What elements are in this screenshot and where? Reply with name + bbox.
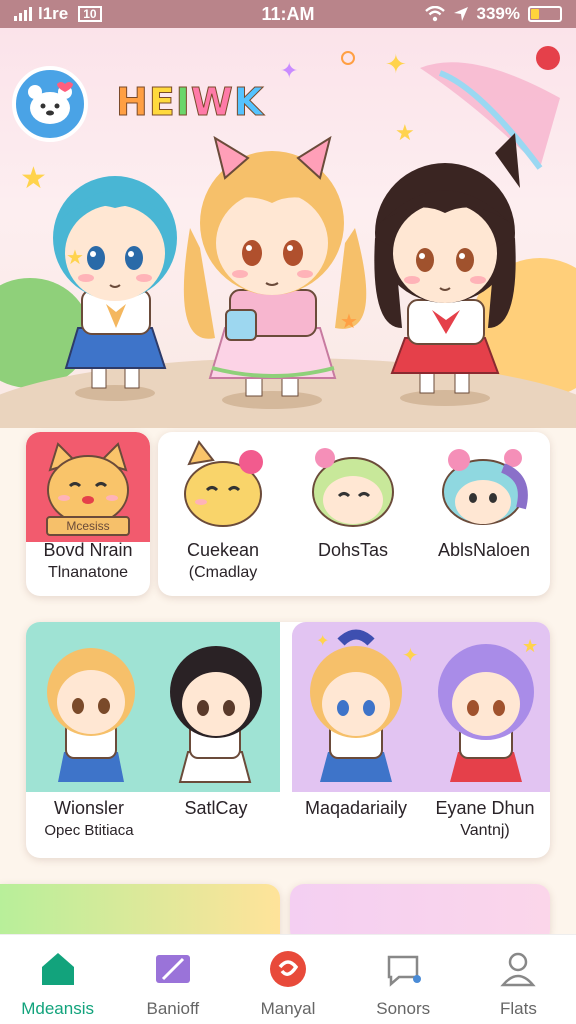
app-logo: HEIWK <box>116 80 265 125</box>
character-thumbnail <box>442 449 528 525</box>
character-strip-card[interactable]: Cuekean (Cmadlay DohsTas AblsNaloen <box>158 432 550 596</box>
featured-title: Bovd Nrain <box>43 540 133 560</box>
character-thumbnail <box>184 440 263 527</box>
item-subtitle: (Cmadlay <box>188 564 258 581</box>
item-title: AblsNaloen <box>437 540 531 560</box>
svg-text:★: ★ <box>66 247 84 269</box>
list-item[interactable]: DohsTas <box>288 432 418 596</box>
item-title: Cuekean <box>186 540 260 560</box>
tab-home[interactable]: Mdeansis <box>0 935 115 1024</box>
tab-profile[interactable]: Flats <box>461 935 576 1024</box>
list-item[interactable]: AblsNaloen <box>418 432 550 596</box>
bottom-nav: Mdeansis Banioff Manyal Sonors Flats <box>0 934 576 1024</box>
tab-label: Sonors <box>376 999 431 1018</box>
svg-text:✦: ✦ <box>280 58 298 83</box>
battery-icon <box>528 6 562 22</box>
svg-text:★: ★ <box>340 311 358 333</box>
tab-label: Flats <box>499 999 537 1018</box>
featured-badge: Mcesiss <box>46 516 130 536</box>
tab-label: Mdeansis <box>21 999 94 1018</box>
item-title: SatlCay <box>184 798 248 818</box>
list-item[interactable]: Cuekean (Cmadlay <box>158 432 288 596</box>
home-icon <box>38 949 78 989</box>
svg-text:★: ★ <box>522 636 538 656</box>
svg-text:✦: ✦ <box>316 633 329 650</box>
chat-icon <box>383 949 423 989</box>
list-item[interactable]: SatlCay <box>152 792 280 858</box>
svg-text:✦: ✦ <box>385 49 407 79</box>
tab-label: Banioff <box>146 999 200 1018</box>
item-subtitle: Opec Btitiaca <box>44 822 134 839</box>
hero-banner: ★ ★ ✦ ✦ ★ ★ HEIWK <box>0 28 576 428</box>
tab-chat[interactable]: Sonors <box>346 935 461 1024</box>
profile-icon <box>498 949 538 989</box>
group-illustration: ✦ ★ ✦ <box>47 629 538 783</box>
status-bar: l1re 10 11:AM 339% <box>0 0 576 28</box>
character-thumbnail <box>312 448 394 527</box>
cards-icon <box>153 949 193 989</box>
swirl-icon <box>268 949 308 989</box>
svg-text:✦: ✦ <box>402 645 419 667</box>
bear-icon <box>28 82 73 124</box>
tab-swirl[interactable]: Manyal <box>230 935 345 1024</box>
svg-text:★: ★ <box>20 162 47 195</box>
item-title: Maqadariaily <box>304 798 408 818</box>
tab-cards[interactable]: Banioff <box>115 935 230 1024</box>
list-item[interactable]: Eyane Dhun Vantnj) <box>420 792 550 858</box>
hero-illustration: ★ ★ ✦ ✦ ★ ★ <box>20 46 560 409</box>
profile-avatar-button[interactable] <box>12 66 88 142</box>
list-item[interactable]: Maqadariaily <box>292 792 420 858</box>
list-item[interactable]: Wionsler Opec Btitiaca <box>26 792 152 858</box>
featured-subtitle: Tlnanatone <box>47 564 129 581</box>
tab-label: Manyal <box>260 999 316 1018</box>
status-time: 11:AM <box>261 3 315 24</box>
item-subtitle: Vantnj) <box>460 822 510 839</box>
item-title: Eyane Dhun <box>435 798 535 818</box>
character-group-card[interactable]: ✦ ★ ✦ Wionsler Opec Btitiaca SatlCay Maq… <box>26 622 550 858</box>
item-title: Wionsler <box>53 798 124 818</box>
svg-text:★: ★ <box>395 120 415 145</box>
item-title: DohsTas <box>317 540 389 560</box>
featured-card[interactable]: Mcesiss Bovd Nrain Tlnanatone <box>26 432 150 596</box>
